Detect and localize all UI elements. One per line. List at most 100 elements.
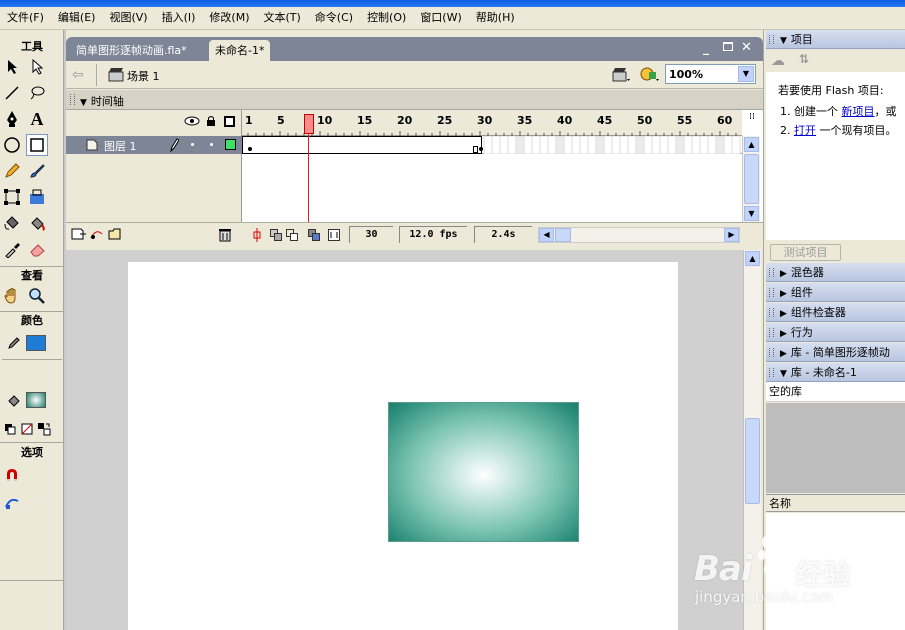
layer-color-swatch[interactable]	[225, 139, 236, 150]
back-arrow-icon[interactable]: ⇦	[72, 67, 84, 83]
library-name-column[interactable]: 名称	[766, 494, 905, 512]
component-inspector-panel-header[interactable]: ▶ 组件检查器	[766, 303, 905, 322]
eraser-tool-icon[interactable]	[26, 238, 48, 260]
empty-frame-cell[interactable]	[483, 136, 493, 154]
frame-ruler[interactable]: 1 5 10 15 20 25 30 35 40 45 50 55 60	[242, 110, 742, 136]
empty-frame-cell[interactable]	[731, 136, 741, 154]
frame-rate-display[interactable]: 12.0 fps	[399, 226, 467, 243]
empty-frame-cell[interactable]	[587, 136, 597, 154]
empty-frame-cell[interactable]	[555, 136, 565, 154]
timeline-header[interactable]: ▼ 时间轴	[66, 90, 763, 110]
playhead[interactable]	[304, 114, 314, 134]
empty-frame-cell[interactable]	[515, 136, 525, 154]
add-folder-icon[interactable]	[108, 228, 124, 243]
subselect-tool-icon[interactable]	[26, 56, 48, 78]
menu-help[interactable]: 帮助(H)	[469, 7, 522, 29]
swap-colors-icon[interactable]	[34, 418, 54, 440]
chevron-down-icon[interactable]: ▼	[738, 66, 754, 82]
tab-simple-animation[interactable]: 简单图形逐帧动画.fla*	[70, 40, 193, 61]
empty-frame-cell[interactable]	[635, 136, 645, 154]
library-animation-panel-header[interactable]: ▶ 库 - 简单图形逐帧动	[766, 343, 905, 362]
add-layer-icon[interactable]	[71, 228, 87, 243]
zoom-tool-icon[interactable]	[26, 285, 48, 307]
empty-frame-cell[interactable]	[499, 136, 509, 154]
fill-color-swatch[interactable]	[26, 392, 46, 408]
frame-view-menu-icon[interactable]: ⁞⁞	[743, 112, 761, 132]
stage-scroll-thumb[interactable]	[745, 418, 760, 504]
onion-skin-icon[interactable]	[270, 229, 282, 244]
menu-insert[interactable]: 插入(I)	[155, 7, 203, 29]
layer-name[interactable]: 图层 1	[104, 138, 137, 154]
edit-scene-icon[interactable]	[612, 67, 630, 86]
add-motion-guide-icon[interactable]	[90, 228, 106, 243]
oval-tool-icon[interactable]	[1, 134, 23, 156]
scroll-left-icon[interactable]: ◀	[539, 228, 554, 242]
menu-view[interactable]: 视图(V)	[102, 7, 154, 29]
empty-frame-cell[interactable]	[691, 136, 701, 154]
cloud-icon[interactable]: ☁	[771, 53, 785, 69]
rectangle-tool-icon[interactable]	[26, 134, 48, 156]
empty-frame-cell[interactable]	[523, 136, 533, 154]
line-tool-icon[interactable]	[1, 82, 23, 104]
stage-scroll-up-icon[interactable]: ▲	[745, 251, 760, 266]
empty-frame-cell[interactable]	[723, 136, 733, 154]
empty-frame-cell[interactable]	[619, 136, 629, 154]
frame-strip[interactable]	[242, 136, 742, 154]
center-frame-icon[interactable]	[253, 228, 261, 245]
open-project-link[interactable]: 打开	[794, 124, 816, 137]
behaviors-panel-header[interactable]: ▶ 行为	[766, 323, 905, 342]
empty-frame-cell[interactable]	[667, 136, 677, 154]
eyedropper-tool-icon[interactable]	[1, 238, 23, 260]
zoom-select[interactable]: 100% ▼	[665, 64, 756, 84]
menu-modify[interactable]: 修改(M)	[202, 7, 256, 29]
edit-multiple-frames-icon[interactable]	[308, 229, 320, 244]
menu-control[interactable]: 控制(O)	[360, 7, 413, 29]
brush-tool-icon[interactable]	[26, 160, 48, 182]
timeline-vscroll[interactable]: ▲ ▼	[742, 136, 760, 222]
empty-frame-cell[interactable]	[707, 136, 717, 154]
free-transform-tool-icon[interactable]	[1, 186, 23, 208]
scroll-up-icon[interactable]: ▲	[744, 137, 759, 152]
tab-untitled[interactable]: 未命名-1*	[209, 40, 271, 61]
empty-frame-cell[interactable]	[595, 136, 605, 154]
edit-symbol-icon[interactable]	[640, 66, 660, 86]
pencil-tool-icon[interactable]	[1, 160, 23, 182]
scroll-right-icon[interactable]: ▶	[724, 228, 739, 242]
hand-tool-icon[interactable]	[1, 285, 23, 307]
visible-dot-icon[interactable]	[191, 143, 194, 146]
restore-icon[interactable]	[723, 42, 733, 51]
new-project-link[interactable]: 新项目	[842, 105, 875, 118]
empty-frame-cell[interactable]	[675, 136, 685, 154]
empty-frame-cell[interactable]	[651, 136, 661, 154]
paint-bucket-tool-icon[interactable]	[26, 212, 48, 234]
empty-frame-cell[interactable]	[547, 136, 557, 154]
empty-frame-cell[interactable]	[603, 136, 613, 154]
empty-frame-cell[interactable]	[539, 136, 549, 154]
menu-window[interactable]: 窗口(W)	[413, 7, 468, 29]
empty-frame-cell[interactable]	[579, 136, 589, 154]
text-tool-icon[interactable]: A	[26, 108, 48, 130]
gradient-rectangle-shape[interactable]	[388, 402, 579, 542]
lock-icon[interactable]	[206, 115, 216, 130]
scroll-down-icon[interactable]: ▼	[744, 206, 759, 221]
menu-commands[interactable]: 命令(C)	[308, 7, 360, 29]
menu-file[interactable]: 文件(F)	[0, 7, 51, 29]
modify-markers-icon[interactable]	[328, 229, 340, 244]
stroke-color-swatch[interactable]	[26, 335, 46, 351]
empty-frame-cell[interactable]	[491, 136, 501, 154]
menu-text[interactable]: 文本(T)	[256, 7, 307, 29]
empty-frame-cell[interactable]	[611, 136, 621, 154]
empty-frame-cell[interactable]	[531, 136, 541, 154]
lasso-tool-icon[interactable]	[26, 82, 48, 104]
snap-magnet-icon[interactable]	[1, 464, 23, 486]
scroll-thumb[interactable]	[744, 154, 759, 204]
outline-icon[interactable]	[224, 116, 235, 127]
hscroll-thumb[interactable]	[555, 228, 571, 242]
empty-frame-cell[interactable]	[507, 136, 517, 154]
empty-frame-cell[interactable]	[563, 136, 573, 154]
empty-frame-cell[interactable]	[659, 136, 669, 154]
library-untitled-panel-header[interactable]: ▼ 库 - 未命名-1	[766, 363, 905, 382]
empty-frame-cell[interactable]	[715, 136, 725, 154]
components-panel-header[interactable]: ▶ 组件	[766, 283, 905, 302]
trash-icon[interactable]	[218, 228, 232, 245]
